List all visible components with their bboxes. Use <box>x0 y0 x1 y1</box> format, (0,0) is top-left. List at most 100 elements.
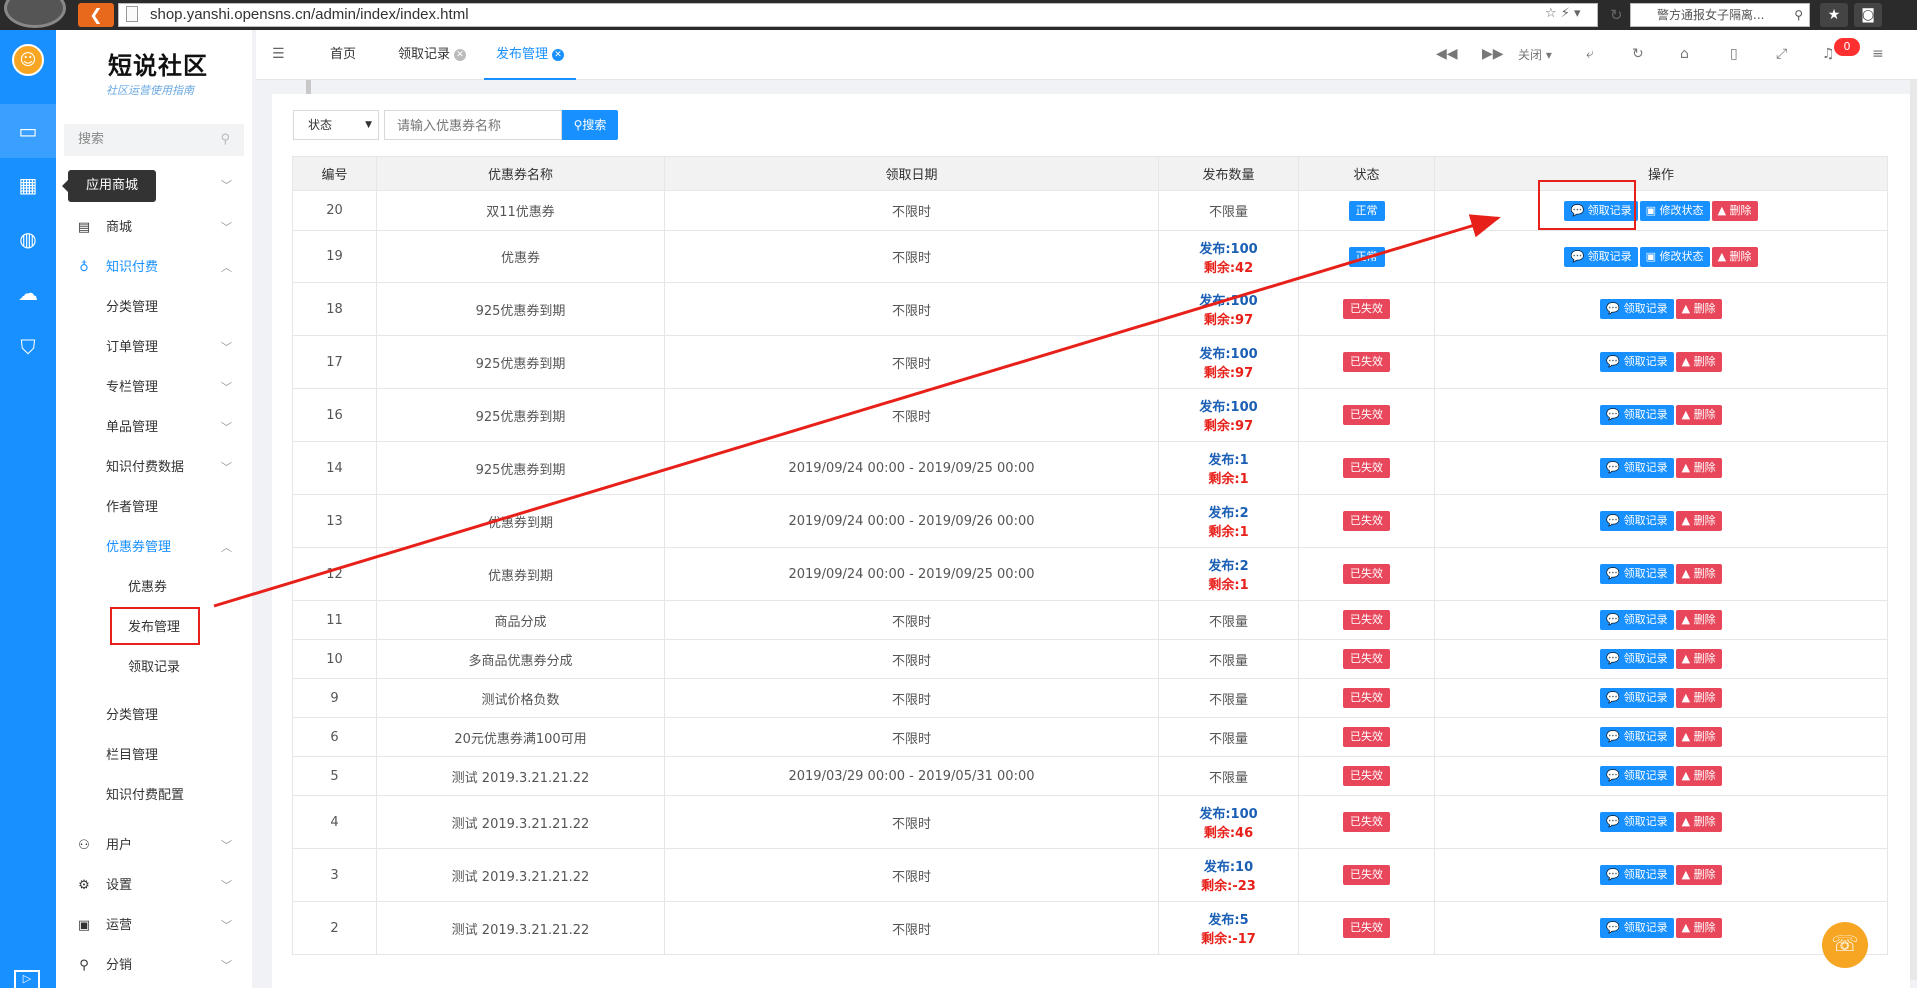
sidebar-item-category[interactable]: 分类管理 <box>56 288 252 328</box>
receive-record-button[interactable]: 💬 领取记录 <box>1600 766 1674 786</box>
sidebar-item-operation[interactable]: ▣ 运营 ﹀ <box>56 906 252 946</box>
browser-toolbar: ❮ shop.yanshi.opensns.cn/admin/index/ind… <box>0 0 1917 30</box>
receive-record-button[interactable]: 💬 领取记录 <box>1600 405 1674 425</box>
publish-count: 不限量 <box>1208 614 1248 630</box>
delete-button[interactable]: ▲ 删除 <box>1675 865 1722 885</box>
sidebar-item-columns[interactable]: 专栏管理 ﹀ <box>56 368 252 408</box>
next-icon[interactable]: ▶▶ <box>1482 46 1504 62</box>
sidebar-search-input[interactable]: 搜索 ⚲ <box>64 124 244 156</box>
sidebar-item-knowledge-pay[interactable]: ♁ 知识付费 ︿ <box>56 248 252 288</box>
delete-button[interactable]: ▲ 删除 <box>1675 610 1722 630</box>
receive-record-button[interactable]: 💬 领取记录 <box>1600 865 1674 885</box>
gamepad-icon[interactable]: ◙ <box>1854 3 1882 27</box>
sidebar-item-orders[interactable]: 订单管理 ﹀ <box>56 328 252 368</box>
delete-button[interactable]: ▲ 删除 <box>1675 511 1722 531</box>
sidebar-item-config[interactable]: 知识付费配置 <box>56 776 252 816</box>
sidebar-item-label: 优惠券 <box>128 580 168 595</box>
delete-button[interactable]: ▲ 删除 <box>1675 812 1722 832</box>
shield-icon[interactable]: ⛉ <box>0 320 56 374</box>
browser-search[interactable]: 警方通报女子隔离... ⚲ <box>1630 3 1810 27</box>
coupon-table: 编号 优惠券名称 领取日期 发布数量 状态 操作 20 双11优惠券 不限时 不限量正… <box>292 156 1888 955</box>
receive-record-button[interactable]: 💬 领取记录 <box>1600 511 1674 531</box>
play-icon[interactable]: ▷ <box>14 970 40 988</box>
grid-icon[interactable]: ▦ <box>0 158 56 212</box>
clean-icon[interactable]: ⌂ <box>1680 46 1689 62</box>
receive-record-button[interactable]: 💬 领取记录 <box>1600 564 1674 584</box>
reload-icon[interactable]: ↻ <box>1610 6 1623 24</box>
receive-record-button[interactable]: 💬 领取记录 <box>1600 688 1674 708</box>
mobile-icon[interactable]: ▯ <box>1730 46 1738 62</box>
delete-button[interactable]: ▲ 删除 <box>1711 246 1758 267</box>
page-scrollbar[interactable] <box>1910 80 1917 980</box>
receive-record-button[interactable]: 💬 领取记录 <box>1600 458 1674 478</box>
more-menu-icon[interactable]: ≡ <box>1872 46 1884 62</box>
back-button[interactable]: ❮ <box>78 3 114 27</box>
modify-status-button[interactable]: ▣ 修改状态 <box>1639 246 1710 267</box>
sidebar-item-single[interactable]: 单品管理 ﹀ <box>56 408 252 448</box>
sidebar-item-column-manage[interactable]: 栏目管理 <box>56 736 252 776</box>
customer-service-icon[interactable]: ☏ <box>1822 922 1868 968</box>
sidebar-item-shop[interactable]: ▤ 商城 ﹀ <box>56 208 252 248</box>
sidebar-item-coupon[interactable]: 优惠券 <box>56 568 252 608</box>
cell-id: 3 <box>292 848 377 902</box>
globe-icon[interactable]: ◍ <box>0 212 56 266</box>
refresh-icon[interactable]: ↻ <box>1632 46 1644 62</box>
delete-button[interactable]: ▲ 删除 <box>1675 918 1722 938</box>
sidebar-item-category-2[interactable]: 分类管理 <box>56 696 252 736</box>
cell-qty: 不限量 <box>1158 190 1299 231</box>
cell-actions: 💬 领取记录 ▲ 删除 <box>1434 678 1888 718</box>
star-icon[interactable]: ☆ ⚡ ▾ <box>1545 6 1581 21</box>
delete-button[interactable]: ▲ 删除 <box>1675 766 1722 786</box>
chevron-down-icon: ﹀ <box>221 879 232 892</box>
sidebar-item-authors[interactable]: 作者管理 <box>56 488 252 528</box>
cloud-icon[interactable]: ☁ <box>0 266 56 320</box>
delete-button[interactable]: ▲ 删除 <box>1711 200 1758 221</box>
close-icon[interactable]: ✕ <box>454 48 467 61</box>
tab-home[interactable]: 首页 <box>330 30 356 80</box>
sidebar-item-user[interactable]: ⚇ 用户 ﹀ <box>56 826 252 866</box>
menu-fold-icon[interactable]: ☰ <box>272 46 285 62</box>
delete-button[interactable]: ▲ 删除 <box>1675 405 1722 425</box>
receive-record-button[interactable]: 💬 领取记录 <box>1600 299 1674 319</box>
receive-record-button[interactable]: 💬 领取记录 <box>1600 812 1674 832</box>
table-row: 16 925优惠券到期 不限时 发布:100 剩余:97 已失效 💬 领取记录 ▲ 删除 <box>292 388 1888 442</box>
search-button[interactable]: ⚲搜索 <box>562 110 618 140</box>
delete-button[interactable]: ▲ 删除 <box>1675 564 1722 584</box>
status-select-label: 状态 <box>308 118 333 132</box>
delete-button[interactable]: ▲ 删除 <box>1675 649 1722 669</box>
tab-publish[interactable]: 发布管理 ✕ <box>484 30 577 80</box>
receive-record-button[interactable]: 💬 领取记录 <box>1600 649 1674 669</box>
fullscreen-icon[interactable]: ⤢ <box>1776 46 1787 62</box>
delete-button[interactable]: ▲ 删除 <box>1675 688 1722 708</box>
prev-icon[interactable]: ◀◀ <box>1436 46 1458 62</box>
cell-id: 16 <box>292 388 377 442</box>
bookmark-star-icon[interactable]: ★ <box>1820 3 1848 27</box>
sidebar-item-label: 分类管理 <box>106 708 159 723</box>
cell-qty: 发布:100 剩余:97 <box>1158 388 1299 442</box>
cell-id: 12 <box>292 547 377 601</box>
coupon-name-input[interactable] <box>384 110 562 140</box>
bell-icon[interactable]: ♫ <box>1822 46 1835 62</box>
receive-record-button[interactable]: 💬 领取记录 <box>1600 352 1674 372</box>
close-icon[interactable]: ✕ <box>552 48 565 61</box>
close-tabs-menu[interactable]: 关闭 ▾ <box>1518 46 1552 63</box>
receive-record-button[interactable]: 💬 领取记录 <box>1600 610 1674 630</box>
tab-receive-record[interactable]: 领取记录 ✕ <box>398 30 467 80</box>
modify-status-button[interactable]: ▣ 修改状态 <box>1639 200 1710 221</box>
delete-button[interactable]: ▲ 删除 <box>1675 352 1722 372</box>
delete-button[interactable]: ▲ 删除 <box>1675 727 1722 747</box>
sidebar-item-distribution[interactable]: ⚲ 分销 ﹀ <box>56 946 252 986</box>
delete-button[interactable]: ▲ 删除 <box>1675 299 1722 319</box>
sidebar-item-data[interactable]: 知识付费数据 ﹀ <box>56 448 252 488</box>
receive-record-button[interactable]: 💬 领取记录 <box>1600 918 1674 938</box>
delete-button[interactable]: ▲ 删除 <box>1675 458 1722 478</box>
sidebar-item-receive-record[interactable]: 领取记录 <box>56 648 252 688</box>
sidebar-item-coupon-manage[interactable]: 优惠券管理 ︿ <box>56 528 252 568</box>
status-select[interactable]: 状态 ▼ <box>293 110 379 140</box>
receive-record-button[interactable]: 💬 领取记录 <box>1600 727 1674 747</box>
sidebar-item-settings[interactable]: ⚙ 设置 ﹀ <box>56 866 252 906</box>
desktop-icon[interactable]: ▭ <box>0 104 56 158</box>
return-icon[interactable]: ⤶ <box>1586 46 1594 62</box>
avatar[interactable]: ☺ <box>12 44 44 76</box>
receive-record-button[interactable]: 💬 领取记录 <box>1564 246 1638 267</box>
